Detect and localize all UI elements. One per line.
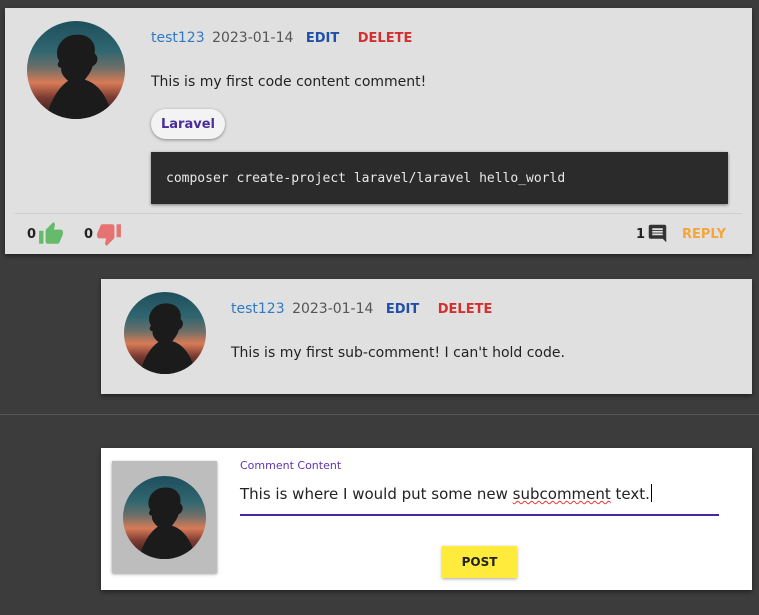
spellcheck-word: subcomment: [512, 485, 611, 503]
comment-text: This is my first sub-comment! I can't ho…: [231, 345, 565, 361]
silhouette-portrait-icon: [139, 487, 197, 559]
comment-content-input[interactable]: This is where I would put some new subco…: [240, 484, 652, 503]
code-block: composer create-project laravel/laravel …: [151, 152, 728, 204]
new-subcomment-form: Comment Content This is where I would pu…: [101, 448, 752, 590]
delete-button[interactable]: DELETE: [438, 302, 493, 317]
post-button[interactable]: POST: [442, 546, 517, 578]
avatar: [124, 292, 206, 374]
like-count: 0: [27, 227, 37, 242]
section-divider: [0, 414, 759, 415]
thumbs-up-icon[interactable]: [38, 221, 64, 247]
edit-button[interactable]: EDIT: [386, 302, 419, 317]
input-text: text.: [610, 485, 650, 503]
edit-button[interactable]: EDIT: [306, 31, 339, 46]
comment-date: 2023-01-14: [212, 30, 294, 46]
dislike-count: 0: [84, 227, 94, 242]
author-name[interactable]: test123: [231, 301, 285, 317]
reply-count: 1: [636, 227, 646, 242]
sub-comment-card: test123 2023-01-14 EDIT DELETE This is m…: [101, 279, 752, 394]
author-name[interactable]: test123: [151, 30, 205, 46]
comment-card: test123 2023-01-14 EDIT DELETE This is m…: [5, 8, 752, 254]
silhouette-portrait-icon: [46, 34, 114, 119]
tag-chip[interactable]: Laravel: [151, 109, 225, 139]
reply-button[interactable]: REPLY: [682, 227, 726, 242]
comment-meta: test123 2023-01-14 EDIT DELETE: [151, 30, 412, 46]
delete-button[interactable]: DELETE: [358, 31, 413, 46]
avatar-frame: [112, 461, 217, 573]
silhouette-portrait-icon: [140, 303, 197, 374]
comment-text: This is my first code content comment!: [151, 74, 427, 90]
comment-icon: [648, 224, 667, 243]
thumbs-down-icon[interactable]: [96, 221, 122, 247]
divider: [15, 213, 742, 214]
avatar: [27, 21, 125, 119]
input-underline: [240, 514, 719, 516]
input-text: This is where I would put some new: [240, 485, 513, 503]
avatar: [123, 476, 206, 559]
comment-meta: test123 2023-01-14 EDIT DELETE: [231, 301, 492, 317]
text-caret: [650, 484, 652, 502]
comment-content-label: Comment Content: [240, 459, 342, 472]
comment-date: 2023-01-14: [292, 301, 374, 317]
